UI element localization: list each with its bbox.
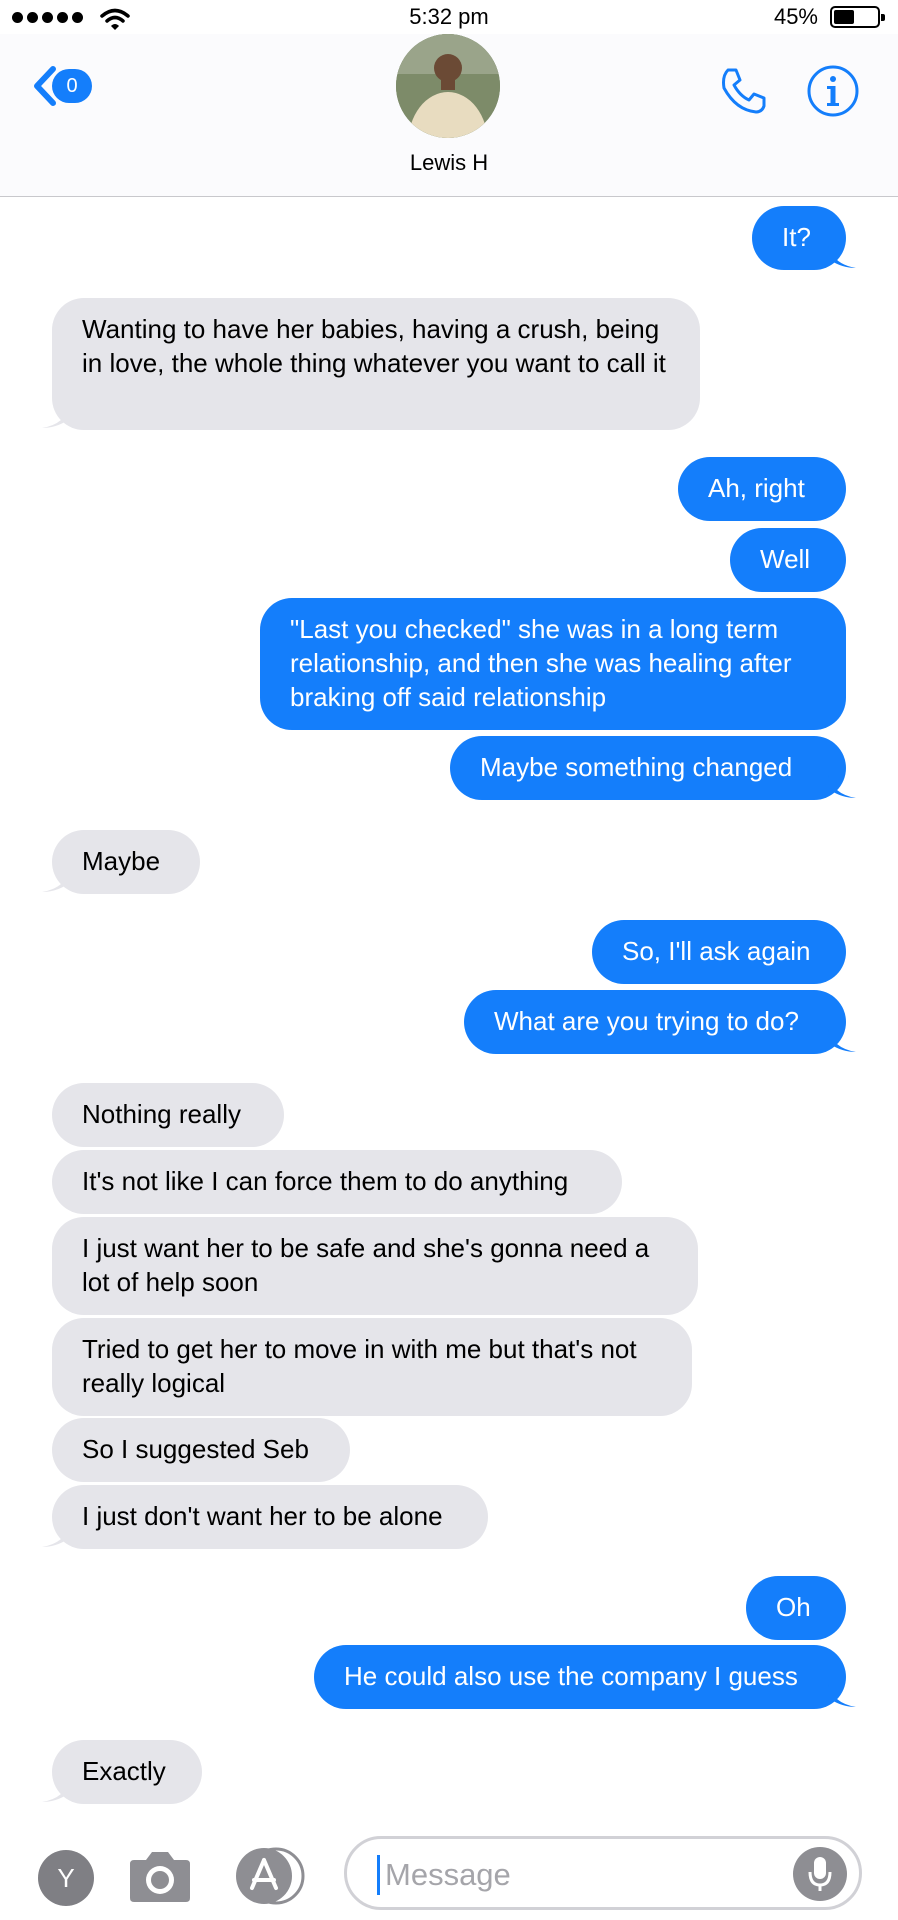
message-bubble-incoming[interactable]: Nothing really [52,1083,284,1147]
message-bubble-outgoing[interactable]: Oh [746,1576,846,1640]
app-store-icon[interactable] [234,1846,312,1906]
apps-button[interactable]: Y [38,1850,94,1906]
phone-icon[interactable] [716,64,770,118]
message-bubble-incoming[interactable]: I just want her to be safe and she's gon… [52,1217,698,1315]
message-bubble-outgoing[interactable]: Maybe something changed [450,736,846,800]
message-bubble-incoming[interactable]: So I suggested Seb [52,1418,350,1482]
info-icon[interactable] [806,64,860,118]
apps-button-label: Y [57,1862,75,1893]
message-bubble-outgoing[interactable]: Well [730,528,846,592]
message-bubble-incoming[interactable]: I just don't want her to be alone [52,1485,488,1549]
message-bubble-outgoing[interactable]: What are you trying to do? [464,990,846,1054]
bubble-tail [828,244,856,268]
bubble-tail [828,774,856,798]
contact-avatar[interactable] [396,34,500,138]
message-bubble-incoming[interactable]: It's not like I can force them to do any… [52,1150,622,1214]
message-bubble-incoming[interactable]: Wanting to have her babies, having a cru… [52,298,700,430]
bubble-tail [42,1523,70,1547]
message-input[interactable]: Message [344,1836,862,1910]
bubble-tail [828,1683,856,1707]
microphone-icon [808,1857,832,1891]
contact-name[interactable]: Lewis H [0,150,898,176]
message-placeholder: Message [385,1857,511,1892]
message-bubble-outgoing[interactable]: Ah, right [678,457,846,521]
status-time: 5:32 pm [409,4,489,29]
bubble-tail [42,404,70,428]
conversation-header: 0 Lewis H [0,34,898,197]
compose-bar: Y Message [0,1820,898,1920]
message-bubble-outgoing[interactable]: He could also use the company I guess [314,1645,846,1709]
message-bubble-incoming[interactable]: Maybe [52,830,200,894]
battery-icon [830,6,885,28]
bubble-tail [828,1028,856,1052]
message-bubble-outgoing[interactable]: So, I'll ask again [592,920,846,984]
message-bubble-outgoing[interactable]: "Last you checked" she was in a long ter… [260,598,846,730]
message-bubble-incoming[interactable]: Exactly [52,1740,202,1804]
bubble-tail [42,1778,70,1802]
camera-icon[interactable] [128,1846,192,1904]
text-caret [377,1855,380,1895]
unread-count-badge: 0 [52,69,92,103]
battery-percentage: 45% [773,4,818,29]
microphone-button[interactable] [793,1847,847,1901]
back-button[interactable]: 0 [30,64,92,108]
message-bubble-incoming[interactable]: Tried to get her to move in with me but … [52,1318,692,1416]
status-bar: 5:32 pm 45% [0,0,898,34]
bubble-tail [42,868,70,892]
